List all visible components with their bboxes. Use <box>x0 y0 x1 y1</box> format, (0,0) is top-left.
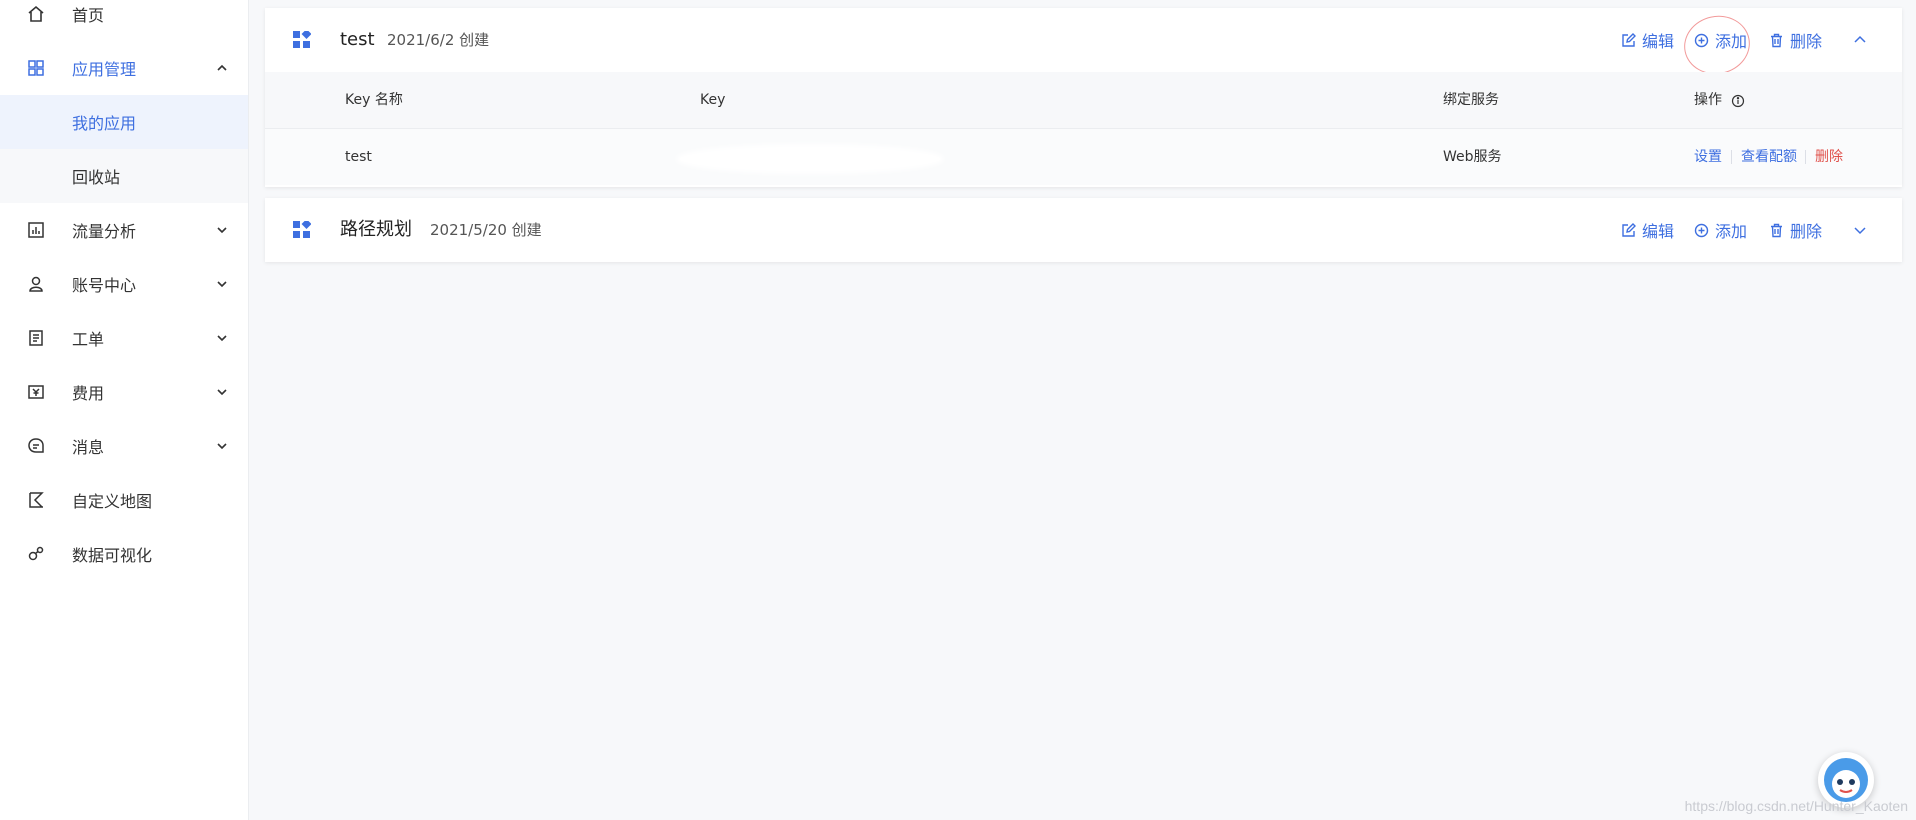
edit-icon <box>1622 32 1636 47</box>
chevron-down-icon[interactable] <box>1852 222 1868 238</box>
col-key-name: Key 名称 <box>345 92 403 108</box>
app-card: test 2021/6/2 创建 编辑 添加 删除 Key 名称 Key 绑定服… <box>265 8 1902 187</box>
trash-icon <box>1771 33 1782 47</box>
chevron-down-icon <box>214 222 230 238</box>
sidebar-item-data-visual[interactable]: 数据可视化 <box>0 527 248 581</box>
custom-map-icon <box>26 490 46 510</box>
apps-icon <box>26 58 46 78</box>
delete-label: 删除 <box>1790 32 1823 51</box>
delete-button[interactable]: 删除 <box>1769 198 1822 262</box>
delete-button[interactable]: 删除 <box>1769 8 1822 72</box>
sidebar-item-tickets[interactable]: 工单 <box>0 311 248 365</box>
sidebar-item-label: 应用管理 <box>72 60 137 79</box>
delete-key-link[interactable]: 删除 <box>1815 129 1843 185</box>
yuan-icon <box>26 382 46 402</box>
chevron-down-icon <box>214 438 230 454</box>
add-label: 添加 <box>1715 222 1748 241</box>
sidebar-item-label: 流量分析 <box>72 222 137 241</box>
app-name: test <box>340 29 375 50</box>
sidebar-subitem-recycle-bin[interactable]: 回收站 <box>0 149 248 203</box>
sidebar-item-label: 账号中心 <box>72 276 137 295</box>
divider <box>1805 150 1806 164</box>
sidebar-item-messages[interactable]: 消息 <box>0 419 248 473</box>
sidebar-item-home[interactable]: 首页 <box>0 0 248 41</box>
app-created-date: 2021/6/2 创建 <box>387 31 490 49</box>
data-visual-icon <box>26 544 46 564</box>
sidebar-item-billing[interactable]: 费用 <box>0 365 248 419</box>
sidebar-item-label: 自定义地图 <box>72 492 153 511</box>
edit-label: 编辑 <box>1642 222 1675 241</box>
sidebar-subitem-label: 我的应用 <box>72 114 137 133</box>
app-name: 路径规划 <box>340 219 412 240</box>
sidebar-subitem-my-apps[interactable]: 我的应用 <box>0 95 248 149</box>
sidebar-item-label: 消息 <box>72 438 105 457</box>
chevron-down-icon <box>214 384 230 400</box>
settings-link[interactable]: 设置 <box>1694 129 1722 185</box>
sidebar-item-account[interactable]: 账号中心 <box>0 257 248 311</box>
app-icon <box>293 219 312 239</box>
app-card-header: test 2021/6/2 创建 编辑 添加 删除 <box>265 8 1902 81</box>
table-row: test Web服务 设置 查看配额 删除 <box>265 129 1902 185</box>
sidebar-item-app-management[interactable]: 应用管理 <box>0 41 248 95</box>
ticket-icon <box>26 328 46 348</box>
sidebar-item-label: 首页 <box>72 6 105 25</box>
col-key: Key <box>700 92 726 108</box>
redacted-key <box>680 148 940 170</box>
info-icon[interactable] <box>1731 93 1745 112</box>
edit-label: 编辑 <box>1642 32 1675 51</box>
sidebar-item-label: 工单 <box>72 330 105 349</box>
traffic-chart-icon <box>26 220 46 240</box>
service-cell: Web服务 <box>1443 149 1502 165</box>
message-icon <box>26 436 46 456</box>
delete-label: 删除 <box>1790 222 1823 241</box>
col-bound-service: 绑定服务 <box>1443 92 1499 108</box>
sidebar-item-custom-map[interactable]: 自定义地图 <box>0 473 248 527</box>
add-button[interactable]: 添加 <box>1694 198 1747 262</box>
sidebar-item-label: 费用 <box>72 384 105 403</box>
user-icon <box>26 274 46 294</box>
chevron-up-icon[interactable] <box>1852 32 1868 48</box>
edit-button[interactable]: 编辑 <box>1621 198 1674 262</box>
sidebar: 首页 应用管理 我的应用 回收站 流量分析 账号中心 工单 费用 消息 自定义地… <box>0 0 249 820</box>
home-icon <box>26 4 46 24</box>
sidebar-subitem-label: 回收站 <box>72 168 121 187</box>
key-name-cell: test <box>345 149 372 165</box>
app-icon <box>293 29 312 49</box>
divider <box>1731 150 1732 164</box>
edit-icon <box>1622 222 1636 237</box>
chevron-up-icon <box>214 60 230 76</box>
app-created-date: 2021/5/20 创建 <box>430 221 542 239</box>
app-card: 路径规划 2021/5/20 创建 编辑 添加 删除 <box>265 198 1902 262</box>
sidebar-item-label: 数据可视化 <box>72 546 153 565</box>
trash-icon <box>1771 223 1782 237</box>
sidebar-item-traffic[interactable]: 流量分析 <box>0 203 248 257</box>
view-quota-link[interactable]: 查看配额 <box>1741 129 1797 185</box>
col-operations: 操作 <box>1694 92 1722 108</box>
app-card-header: 路径规划 2021/5/20 创建 编辑 添加 删除 <box>265 198 1902 262</box>
plus-circle-icon <box>1694 223 1709 237</box>
chevron-down-icon <box>214 330 230 346</box>
edit-button[interactable]: 编辑 <box>1621 8 1674 72</box>
watermark: https://blog.csdn.net/Hunter_Kaoten <box>1684 798 1908 814</box>
chevron-down-icon <box>214 276 230 292</box>
keys-table-header: Key 名称 Key 绑定服务 操作 <box>265 72 1902 129</box>
